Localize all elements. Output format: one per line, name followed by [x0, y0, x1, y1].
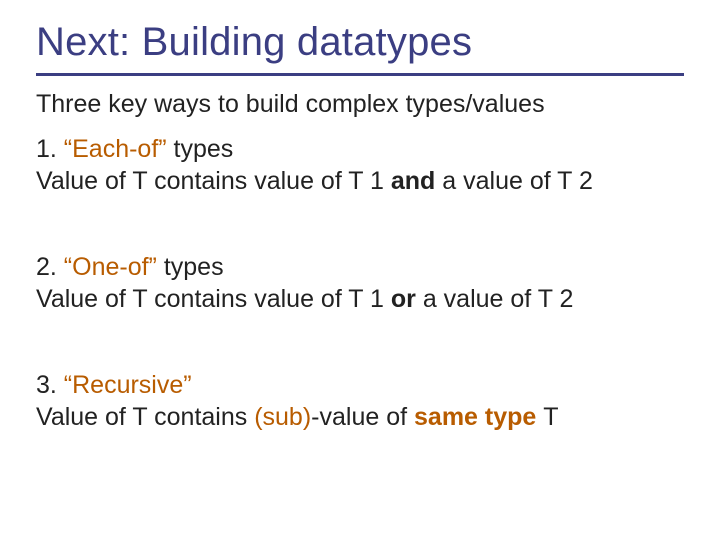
item-1-head: 1. “Each-of” types	[36, 133, 684, 165]
item-2-kw: or	[391, 285, 416, 313]
item-3-name: “Recursive”	[64, 371, 192, 399]
item-2-name-suffix: types	[157, 253, 224, 281]
item-3-num: 3.	[36, 371, 64, 399]
item-1-kw: and	[391, 167, 435, 195]
item-2-name: “One-of”	[64, 253, 157, 281]
item-3-kw: same type	[414, 403, 543, 431]
item-1-desc-pre: Value of T contains value of T 1	[36, 167, 391, 195]
item-1-desc-post: a value of T 2	[435, 167, 593, 195]
item-1-name-suffix: types	[167, 135, 234, 163]
item-3-mid-colored: (sub)	[254, 403, 311, 431]
item-1-desc: Value of T contains value of T 1 and a v…	[36, 165, 684, 197]
item-2: 2. “One-of” types Value of T contains va…	[36, 251, 684, 315]
title-rule	[36, 73, 684, 76]
slide-title: Next: Building datatypes	[36, 20, 684, 65]
item-2-head: 2. “One-of” types	[36, 251, 684, 283]
item-2-desc-pre: Value of T contains value of T 1	[36, 285, 391, 313]
item-1-num: 1.	[36, 135, 64, 163]
item-2-desc-post: a value of T 2	[416, 285, 574, 313]
lead-text: Three key ways to build complex types/va…	[36, 90, 684, 119]
item-1-name: “Each-of”	[64, 135, 167, 163]
slide: Next: Building datatypes Three key ways …	[0, 0, 720, 540]
item-3-mid-plain: -value of	[311, 403, 414, 431]
item-1: 1. “Each-of” types Value of T contains v…	[36, 133, 684, 197]
item-3-desc-pre: Value of T contains	[36, 403, 254, 431]
item-3-head: 3. “Recursive”	[36, 369, 684, 401]
item-3-desc-post: T	[543, 403, 558, 431]
item-3: 3. “Recursive” Value of T contains (sub)…	[36, 369, 684, 433]
item-3-desc: Value of T contains (sub)-value of same …	[36, 401, 684, 433]
item-2-desc: Value of T contains value of T 1 or a va…	[36, 283, 684, 315]
item-2-num: 2.	[36, 253, 64, 281]
